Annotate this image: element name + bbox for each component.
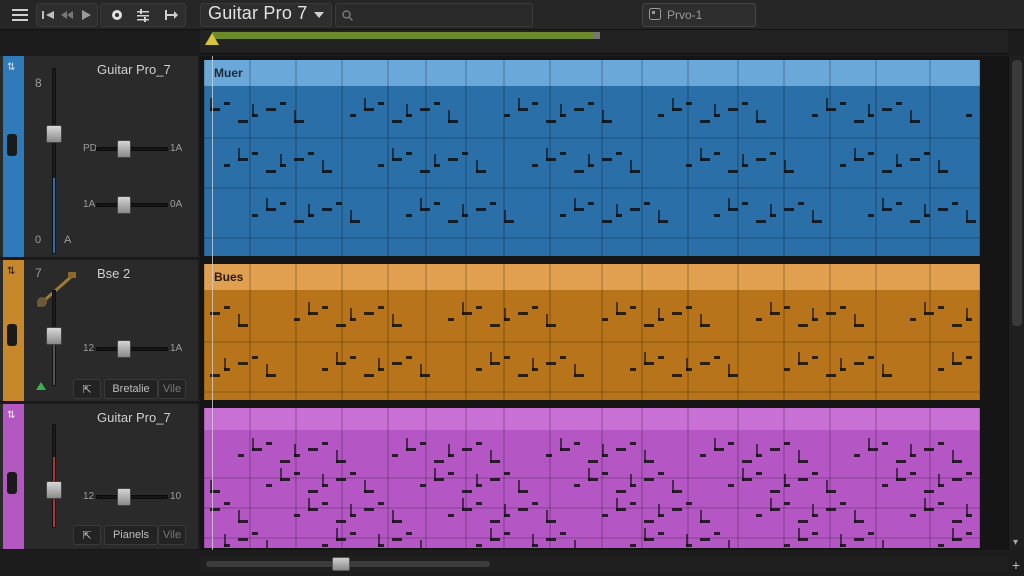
loop-region[interactable] xyxy=(212,32,600,39)
count-in-icon[interactable] xyxy=(159,4,183,26)
view-toggle-button[interactable]: Vile xyxy=(158,379,186,399)
pan-slider[interactable] xyxy=(96,488,168,506)
track-header-1[interactable]: ⇅ Guitar Pro_7 8 0 A PD 1A 1A 0A xyxy=(0,56,198,258)
track-menu-icon[interactable]: ⇅ xyxy=(7,62,15,73)
vertical-scrollbar-thumb[interactable] xyxy=(1012,60,1022,326)
project-selector[interactable]: Prvo-1 xyxy=(642,3,756,27)
track-name: Bse 2 xyxy=(97,266,131,281)
pan-right-label: 1A xyxy=(170,343,183,354)
pan-left-label: 12 xyxy=(83,343,95,354)
mixer-icon[interactable] xyxy=(131,4,155,26)
fader-bottom-right-label: A xyxy=(64,234,72,246)
tools-group xyxy=(100,3,186,27)
track-name: Guitar Pro_7 xyxy=(97,62,171,77)
menu-icon[interactable] xyxy=(6,4,34,26)
view-toggle-button[interactable]: Vile xyxy=(158,525,186,545)
scroll-down-icon[interactable]: ▾ xyxy=(1013,537,1018,548)
track-menu-icon[interactable]: ⇅ xyxy=(7,410,15,421)
pan-slider[interactable] xyxy=(96,140,168,158)
playhead-marker[interactable] xyxy=(205,33,219,45)
search-icon xyxy=(338,4,356,26)
instrument-icon[interactable]: ⇱ xyxy=(73,379,101,399)
rewind-icon[interactable] xyxy=(58,4,76,26)
track-name: Guitar Pro_7 xyxy=(97,410,171,425)
pan-right-label: 1A xyxy=(170,143,183,154)
record-arm-icon[interactable] xyxy=(36,382,46,390)
volume-fader-knob[interactable] xyxy=(46,327,62,345)
volume-fader[interactable] xyxy=(46,424,62,528)
track-mute-toggle[interactable] xyxy=(7,134,17,156)
volume-fader[interactable] xyxy=(46,68,62,254)
track-lane-1[interactable]: Muer xyxy=(204,60,980,256)
project-label: Prvo-1 xyxy=(667,8,703,22)
track-lane-2[interactable]: Bues xyxy=(204,264,980,400)
pan-slider-knob[interactable] xyxy=(117,140,131,158)
vertical-scrollbar[interactable]: ▾ xyxy=(1008,56,1024,550)
chevron-down-icon[interactable] xyxy=(309,4,329,26)
track-mute-toggle[interactable] xyxy=(7,472,17,494)
balance-left-label: 1A xyxy=(83,199,96,210)
pan-left-label: 12 xyxy=(83,491,95,502)
app-title: Guitar Pro 7 xyxy=(208,3,308,23)
search-input[interactable] xyxy=(335,3,533,27)
pan-left-label: PD xyxy=(83,143,97,154)
zoom-in-icon[interactable]: + xyxy=(1008,557,1024,573)
play-icon[interactable] xyxy=(77,4,95,26)
horizontal-scroll-handle[interactable] xyxy=(332,557,350,571)
balance-right-label: 0A xyxy=(170,199,183,210)
fader-bottom-left-label: 0 xyxy=(35,234,42,246)
sound-preset-button[interactable]: Bretalie xyxy=(104,379,158,399)
pan-slider[interactable] xyxy=(96,340,168,358)
fader-top-label: 8 xyxy=(35,76,42,90)
pan-right-label: 10 xyxy=(170,491,182,502)
pan-slider-knob[interactable] xyxy=(117,488,131,506)
track-lane-3[interactable] xyxy=(204,408,980,548)
playhead-line xyxy=(212,56,213,550)
track-header-3[interactable]: ⇅ Guitar Pro_7 12 10 ⇱ Pianels Vile xyxy=(0,404,198,550)
instrument-icon[interactable]: ⇱ xyxy=(73,525,101,545)
track-lanes[interactable]: Muer Bues xyxy=(200,56,1008,550)
volume-fader[interactable] xyxy=(46,290,62,386)
top-toolbar: Guitar Pro 7 Prvo-1 xyxy=(0,0,1024,30)
balance-slider[interactable] xyxy=(96,196,168,214)
track-menu-icon[interactable]: ⇅ xyxy=(7,266,15,277)
track-color-strip xyxy=(3,56,24,257)
sound-preset-button[interactable]: Pianels xyxy=(104,525,158,545)
metronome-icon[interactable] xyxy=(105,4,129,26)
balance-slider-knob[interactable] xyxy=(117,196,131,214)
track-mute-toggle[interactable] xyxy=(7,324,17,346)
pan-slider-knob[interactable] xyxy=(117,340,131,358)
notation-area[interactable] xyxy=(204,60,980,256)
transport-group xyxy=(36,3,98,27)
volume-fader-knob[interactable] xyxy=(46,125,62,143)
notation-area[interactable] xyxy=(204,264,980,400)
track-header-2[interactable]: ⇅ Bse 2 7 12 1A ⇱ Bretalie Vile xyxy=(0,260,198,402)
horizontal-scrollbar[interactable] xyxy=(200,556,1008,572)
guitar-icon xyxy=(32,270,82,318)
notation-area[interactable] xyxy=(204,408,980,548)
previous-icon[interactable] xyxy=(39,4,57,26)
volume-fader-knob[interactable] xyxy=(46,481,62,499)
guitar-pro-window: Guitar Pro 7 Prvo-1 ⇅ Guitar Pro_7 8 0 A xyxy=(0,0,1024,576)
score-icon xyxy=(649,7,661,23)
